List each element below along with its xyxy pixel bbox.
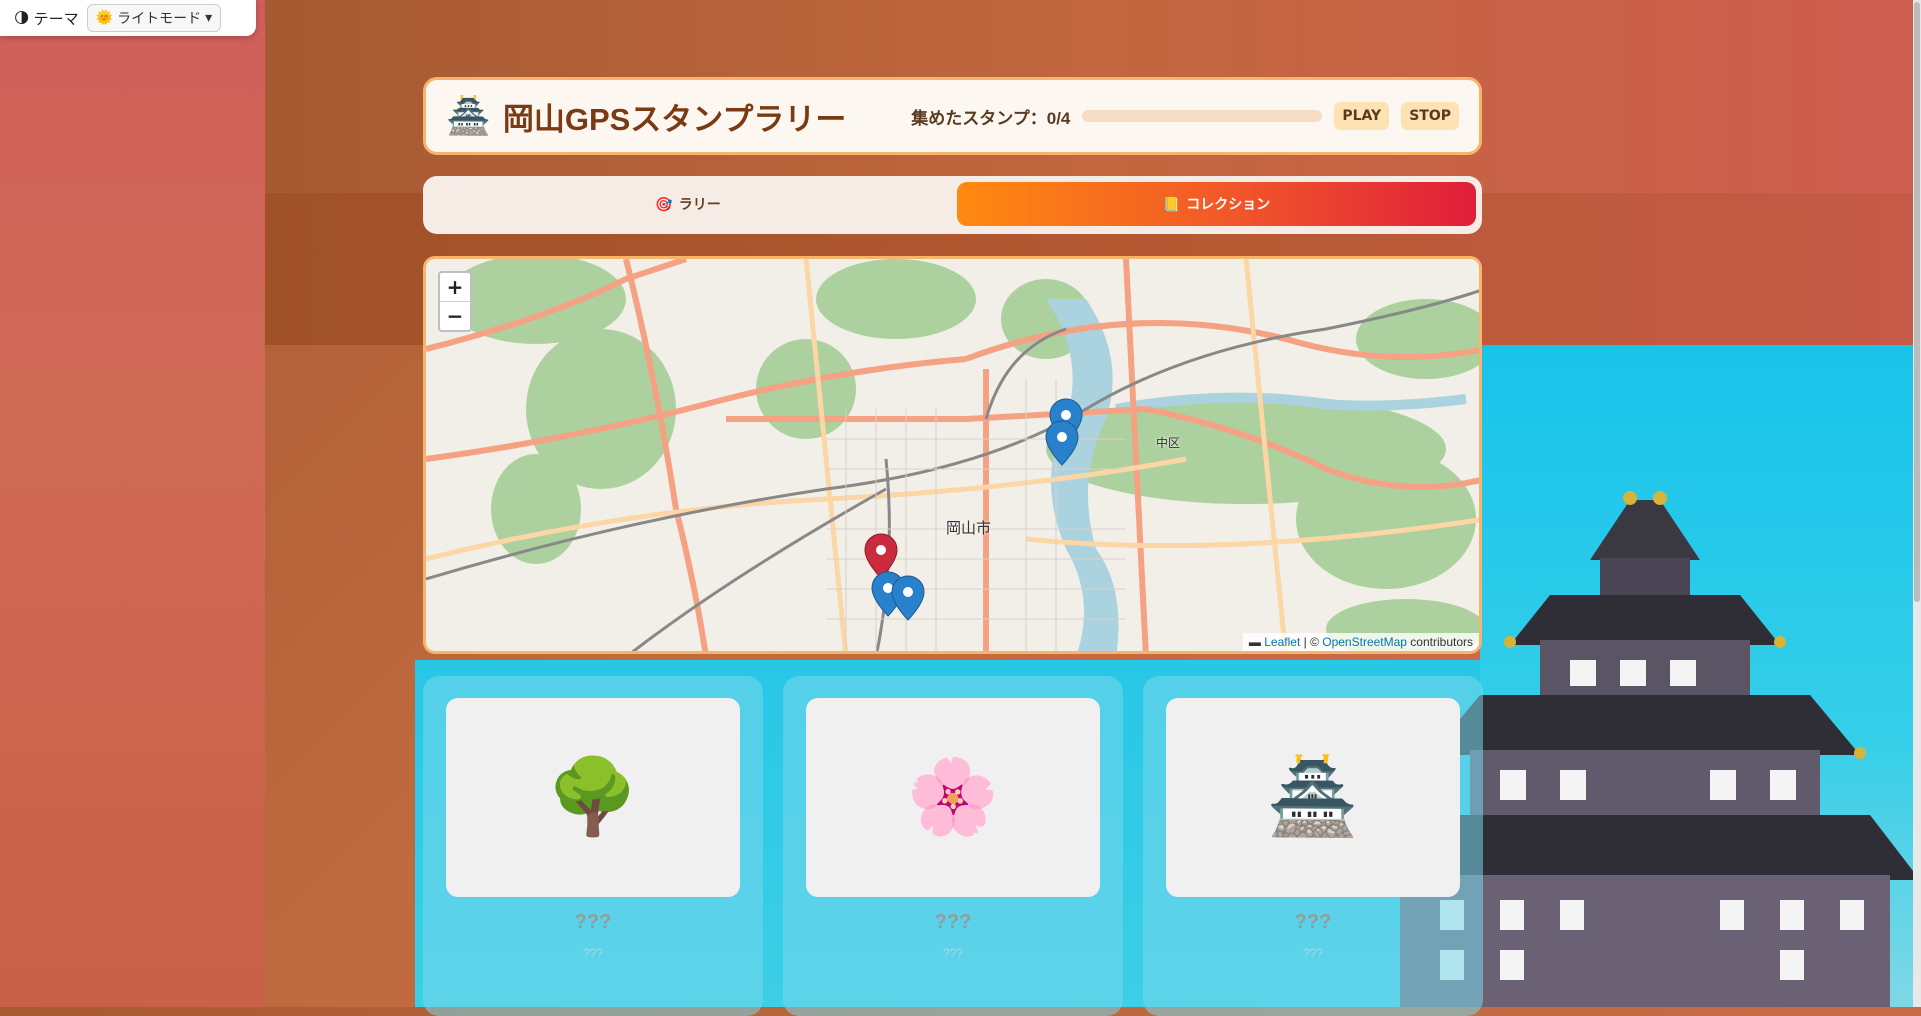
sun-icon: 🌞 xyxy=(95,10,114,26)
cherry-blossom-icon: 🌸 xyxy=(806,698,1100,897)
tab-bar: 🎯 ラリー 📒 コレクション xyxy=(423,176,1482,234)
left-background xyxy=(0,0,265,1007)
page-scrollbar[interactable] xyxy=(1913,0,1921,1007)
chevron-down-icon: ▾ xyxy=(205,10,213,26)
stamp-count: 集めたスタンプ：0/4 xyxy=(911,108,1071,128)
play-button[interactable]: PLAY xyxy=(1334,102,1390,130)
tab-rally[interactable]: 🎯 ラリー xyxy=(429,182,947,226)
target-icon: 🎯 xyxy=(655,195,673,212)
tab-collection[interactable]: 📒 コレクション xyxy=(957,182,1476,226)
half-moon-icon: 🌗 xyxy=(14,9,30,27)
map-city-label: 岡山市 xyxy=(946,520,992,537)
stamp-name: ??? xyxy=(934,911,972,933)
zoom-out-button[interactable]: − xyxy=(440,302,470,330)
stamp-card[interactable]: 🌸 ??? ??? xyxy=(783,676,1123,1016)
stamp-progress-bar xyxy=(1082,110,1323,122)
castle-icon: 🏯 xyxy=(1166,698,1460,897)
stamp-name: ??? xyxy=(1294,911,1332,933)
page-title: 岡山GPSスタンプラリー xyxy=(502,101,847,137)
map-tiles[interactable] xyxy=(426,259,1482,654)
theme-label: 🌗 テーマ xyxy=(14,9,79,28)
stamp-card[interactable]: 🌳 ??? ??? xyxy=(423,676,763,1016)
scrollbar-thumb[interactable] xyxy=(1914,2,1920,602)
zoom-in-button[interactable]: + xyxy=(440,273,470,302)
leaflet-link[interactable]: Leaflet xyxy=(1264,635,1300,649)
stop-button[interactable]: STOP xyxy=(1401,102,1459,130)
tree-icon: 🌳 xyxy=(446,698,740,897)
osm-link[interactable]: OpenStreetMap xyxy=(1322,635,1407,649)
stamp-subtitle: ??? xyxy=(942,946,964,960)
theme-selector-box: 🌗 テーマ 🌞 ライトモード ▾ xyxy=(0,0,256,36)
castle-icon: 🏯 xyxy=(446,96,491,137)
stamp-name: ??? xyxy=(574,911,612,933)
zoom-control: + − xyxy=(438,271,472,332)
app-header: 🏯 岡山GPSスタンプラリー 集めたスタンプ：0/4 PLAY STOP xyxy=(423,77,1482,155)
theme-mode-select[interactable]: 🌞 ライトモード ▾ xyxy=(86,4,222,32)
stamp-card[interactable]: 🏯 ??? ??? xyxy=(1143,676,1483,1016)
stamp-subtitle: ??? xyxy=(582,946,604,960)
book-icon: 📒 xyxy=(1162,195,1181,212)
map[interactable]: 岡山市 中区 + − ▬ Leaflet | © OpenStreetMap c… xyxy=(423,256,1482,654)
map-ward-label: 中区 xyxy=(1156,436,1181,450)
stamp-subtitle: ??? xyxy=(1302,946,1324,960)
map-attribution: ▬ Leaflet | © OpenStreetMap contributors xyxy=(1242,633,1479,651)
ukraine-flag-icon: ▬ xyxy=(1248,635,1261,649)
